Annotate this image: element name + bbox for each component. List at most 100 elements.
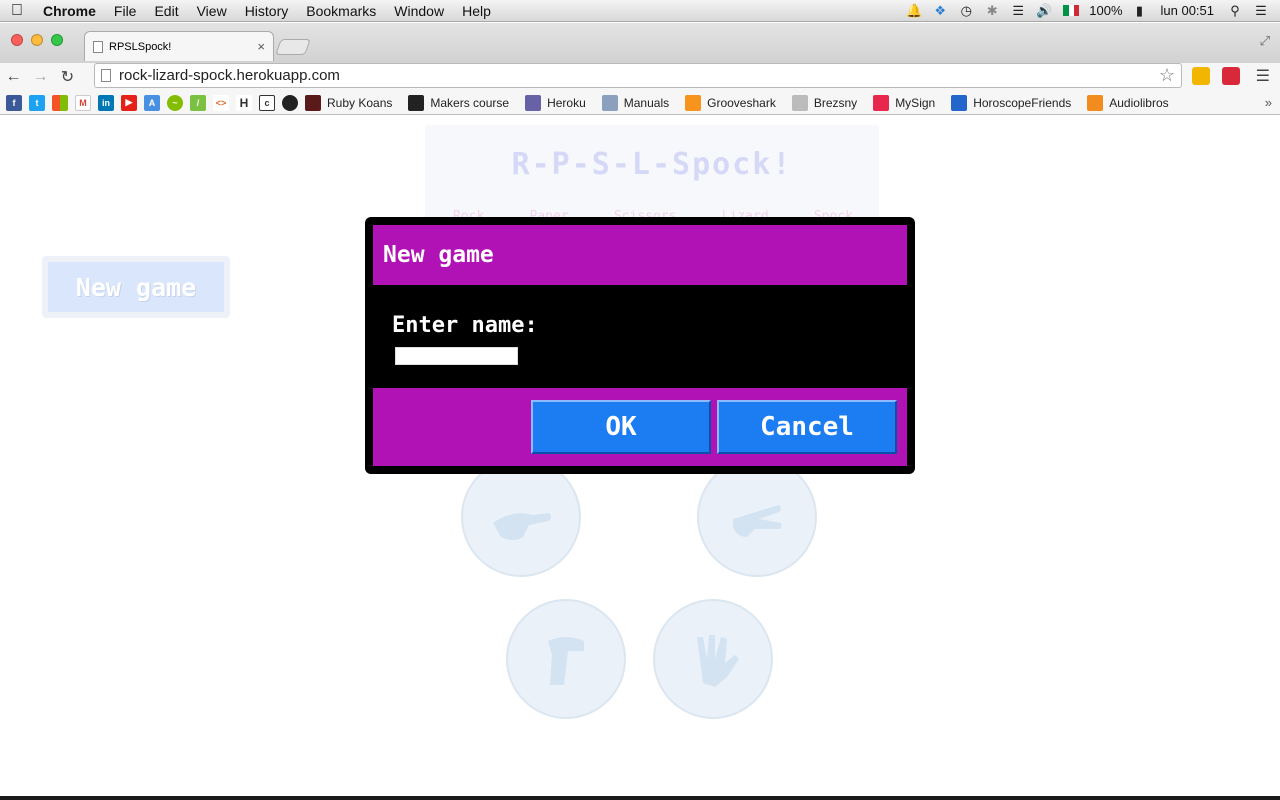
extension-icon[interactable]: [1192, 67, 1210, 85]
lizard-hand-icon[interactable]: [506, 599, 626, 719]
hacker-icon[interactable]: H: [236, 94, 252, 111]
name-prompt-label: Enter name:: [392, 313, 538, 338]
bookmark-makers-course[interactable]: Makers course: [408, 94, 510, 111]
github-icon: [408, 94, 425, 111]
time-machine-icon[interactable]: ◷: [953, 3, 979, 19]
menu-history[interactable]: History: [236, 3, 298, 19]
zoom-window-icon[interactable]: [51, 34, 63, 46]
apple-icon[interactable]: : [0, 2, 34, 20]
forward-icon[interactable]: →: [27, 68, 54, 86]
minimize-window-icon[interactable]: [31, 34, 43, 46]
evernote-icon[interactable]: /: [190, 94, 206, 111]
menu-file[interactable]: File: [105, 3, 146, 19]
bookmark-star-icon[interactable]: ☆: [1159, 65, 1175, 86]
spotlight-search-icon[interactable]: ⚲: [1222, 3, 1248, 19]
dialog-title: New game: [373, 225, 907, 285]
status-area: 🔔 ❖ ◷ ✱ ☰ 🔊 100% ▮ lun 00:51 ⚲ ☰: [901, 3, 1280, 19]
address-bar[interactable]: rock-lizard-spock.herokuapp.com ☆: [94, 63, 1182, 88]
moon-icon: [951, 94, 968, 111]
gmail-icon[interactable]: M: [75, 94, 91, 111]
battery-icon[interactable]: ▮: [1127, 3, 1153, 19]
codecademy-icon[interactable]: c: [259, 94, 275, 111]
clock[interactable]: lun 00:51: [1161, 3, 1215, 18]
bookmarks-overflow-icon[interactable]: »: [1265, 95, 1272, 110]
volume-icon[interactable]: 🔊: [1031, 3, 1057, 19]
bookmark-label: Makers course: [430, 95, 510, 110]
page-icon: [791, 94, 808, 111]
github-icon[interactable]: [282, 94, 298, 111]
menu-app-name[interactable]: Chrome: [34, 3, 105, 19]
name-input[interactable]: [395, 347, 518, 365]
ok-button[interactable]: OK: [531, 400, 711, 454]
folder-icon: [601, 94, 618, 111]
page-info-icon[interactable]: [101, 69, 111, 82]
browser-tab[interactable]: RPSLSpock! ×: [84, 31, 274, 61]
bookmark-brezsny[interactable]: Brezsny: [791, 94, 858, 111]
twitter-icon[interactable]: t: [29, 94, 45, 111]
tab-title: RPSLSpock!: [109, 40, 172, 53]
heroku-icon: [525, 94, 542, 111]
windows-icon[interactable]: [52, 94, 68, 111]
bookmark-list: Ruby Koans Makers course Heroku Manuals Groo…: [305, 94, 1185, 111]
notification-center-icon[interactable]: ☰: [1248, 3, 1274, 19]
spotify-icon[interactable]: ~: [167, 94, 183, 111]
bookmark-label: MySign: [895, 95, 936, 110]
menu-window[interactable]: Window: [385, 3, 453, 19]
new-tab-button[interactable]: [275, 39, 311, 55]
tab-strip: RPSLSpock! × ⤢: [0, 23, 1280, 63]
game-header-panel: R-P-S-L-Spock! Rock Paper Scissors Lizar…: [425, 125, 879, 225]
dialog-button-bar: OK Cancel: [373, 388, 907, 466]
menu-bookmarks[interactable]: Bookmarks: [297, 3, 385, 19]
bookmark-label: Manuals: [623, 95, 670, 110]
code-icon[interactable]: <>: [213, 94, 229, 111]
bookmark-grooveshark[interactable]: Grooveshark: [685, 94, 776, 111]
menu-edit[interactable]: Edit: [145, 3, 187, 19]
dropbox-icon[interactable]: ❖: [927, 3, 953, 19]
screen-bottom-edge: [0, 796, 1280, 800]
new-game-label: New game: [48, 262, 224, 312]
bookmark-mysign[interactable]: MySign: [873, 94, 936, 111]
bookmark-heroku[interactable]: Heroku: [525, 94, 586, 111]
menu-help[interactable]: Help: [453, 3, 500, 19]
menu-view[interactable]: View: [188, 3, 236, 19]
mysign-icon: [873, 94, 890, 111]
extension-red-icon[interactable]: [1222, 67, 1240, 85]
paper-hand-icon[interactable]: [461, 457, 581, 577]
tab-close-icon[interactable]: ×: [257, 39, 265, 54]
bookmark-horoscopefriends[interactable]: HoroscopeFriends: [951, 94, 1071, 111]
wifi-icon[interactable]: ☰: [1005, 3, 1031, 19]
tab-page-icon: [93, 40, 103, 53]
window-controls: [11, 34, 63, 46]
spock-hand-icon[interactable]: [653, 599, 773, 719]
new-game-dialog: New game Enter name: OK Cancel: [365, 217, 915, 474]
bookmark-ruby-koans[interactable]: Ruby Koans: [305, 94, 392, 111]
new-game-button[interactable]: New game: [42, 256, 230, 318]
grooveshark-icon: [685, 94, 702, 111]
bookmark-manuals[interactable]: Manuals: [601, 94, 670, 111]
address-text[interactable]: rock-lizard-spock.herokuapp.com: [119, 67, 340, 84]
bookmark-label: Grooveshark: [707, 95, 776, 110]
reload-icon[interactable]: ↻: [54, 67, 81, 87]
macos-menu-bar:  Chrome File Edit View History Bookmark…: [0, 0, 1280, 22]
fullscreen-icon[interactable]: ⤢: [1260, 33, 1270, 49]
youtube-icon[interactable]: ▶: [121, 94, 137, 111]
cancel-button[interactable]: Cancel: [717, 400, 897, 454]
browser-toolbar: ← → ↻ rock-lizard-spock.herokuapp.com ☆ …: [0, 63, 1280, 91]
translate-icon[interactable]: A: [144, 94, 160, 111]
facebook-icon[interactable]: f: [6, 94, 22, 111]
bookmark-audiolibros[interactable]: Audiolibros: [1087, 94, 1169, 111]
back-icon[interactable]: ←: [0, 68, 27, 86]
linkedin-icon[interactable]: in: [98, 94, 114, 111]
close-window-icon[interactable]: [11, 34, 23, 46]
chrome-menu-icon[interactable]: ☰: [1256, 66, 1270, 86]
ruby-icon: [305, 94, 321, 111]
bookmark-label: Audiolibros: [1109, 95, 1169, 110]
bookmark-label: Brezsny: [813, 95, 858, 110]
scissors-hand-icon[interactable]: [697, 457, 817, 577]
bookmarks-bar: f t M in ▶ A ~ / <> H c Ruby Koans Makers…: [0, 91, 1280, 115]
bookmark-label: Heroku: [547, 95, 586, 110]
notification-bell-icon[interactable]: 🔔: [901, 3, 927, 19]
italian-flag-icon[interactable]: [1063, 5, 1080, 16]
battery-percent: 100%: [1089, 3, 1123, 18]
bluetooth-icon[interactable]: ✱: [979, 3, 1005, 19]
